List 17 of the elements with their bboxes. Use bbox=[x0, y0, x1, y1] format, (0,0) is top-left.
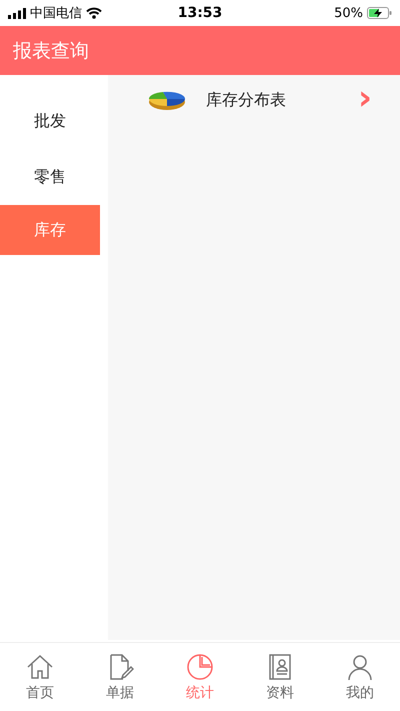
wifi-icon bbox=[86, 7, 102, 19]
pie-chart-icon bbox=[186, 652, 214, 680]
category-item[interactable]: 零售 bbox=[0, 149, 100, 205]
category-item[interactable]: 批发 bbox=[0, 93, 100, 149]
person-icon bbox=[346, 652, 374, 680]
battery-charging-icon bbox=[367, 7, 392, 19]
tab-item[interactable]: 资料 bbox=[240, 643, 320, 711]
battery-percent: 50% bbox=[334, 6, 363, 20]
tab-item[interactable]: 我的 bbox=[320, 643, 400, 711]
report-link[interactable]: 库存分布表 bbox=[206, 90, 358, 110]
page-title: 报表查询 bbox=[13, 38, 89, 64]
clock-time: 13:53 bbox=[178, 5, 222, 21]
signal-icon bbox=[8, 8, 26, 18]
home-icon bbox=[26, 652, 54, 680]
tab-item[interactable]: 单据 bbox=[80, 643, 160, 711]
tab-item[interactable]: 首页 bbox=[0, 643, 80, 711]
carrier-name: 中国电信 bbox=[30, 5, 82, 22]
